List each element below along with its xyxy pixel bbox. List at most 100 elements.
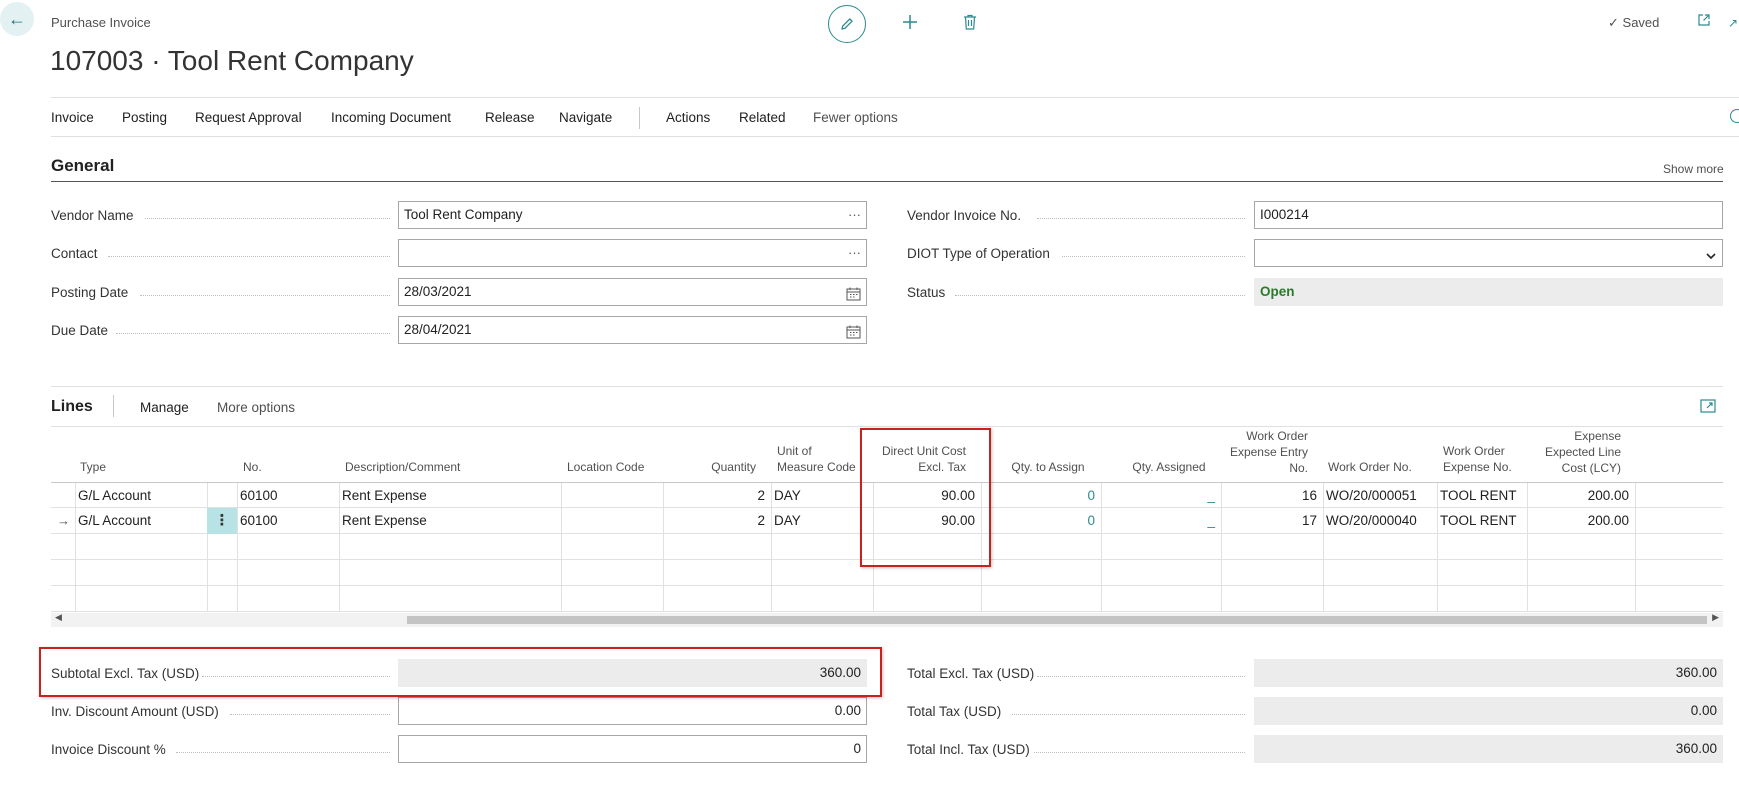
show-more-link[interactable]: Show more	[1663, 162, 1724, 176]
saved-label: Saved	[1622, 15, 1660, 30]
field-leader	[140, 295, 390, 296]
info-icon[interactable]	[1730, 109, 1739, 123]
cell-no[interactable]: 60100	[240, 508, 278, 533]
diot-type-select[interactable]	[1254, 239, 1723, 267]
col-location-code[interactable]: Location Code	[567, 459, 644, 475]
col-work-order-no[interactable]: Work Order No.	[1328, 459, 1412, 475]
action-request-approval[interactable]: Request Approval	[195, 110, 302, 125]
vendor-invoice-no-field[interactable]: I000214	[1254, 201, 1723, 229]
col-wo-exp-line1: Work Order	[1443, 444, 1505, 458]
total-incl-tax-value: 360.00	[1675, 741, 1717, 756]
field-leader	[1034, 752, 1245, 753]
due-date-field[interactable]: 28/04/2021	[398, 316, 867, 344]
action-invoice[interactable]: Invoice	[51, 110, 94, 125]
action-incoming-document[interactable]: Incoming Document	[331, 110, 451, 125]
cell-wo-no[interactable]: WO/20/000040	[1326, 508, 1417, 533]
posting-date-field[interactable]: 28/03/2021	[398, 278, 867, 306]
col-expected-line-cost[interactable]: Expense Expected Line Cost (LCY)	[1533, 428, 1621, 476]
calendar-icon[interactable]	[846, 317, 861, 343]
action-actions[interactable]: Actions	[666, 110, 710, 125]
cell-type[interactable]: G/L Account	[78, 483, 151, 508]
invoice-discount-pct-field[interactable]: 0	[398, 735, 867, 763]
calendar-icon[interactable]	[846, 279, 861, 305]
cell-type[interactable]: G/L Account	[78, 508, 151, 533]
due-date-label: Due Date	[51, 323, 109, 338]
lines-manage-button[interactable]: Manage	[140, 400, 189, 415]
cell-qty-to-assign[interactable]: 0	[983, 508, 1095, 533]
vendor-name-label: Vendor Name	[51, 208, 134, 223]
expand-icon[interactable]	[1700, 399, 1716, 416]
pencil-icon	[841, 18, 853, 30]
col-qty-assigned[interactable]: Qty. Assigned	[1126, 459, 1212, 475]
cell-uom[interactable]: DAY	[774, 483, 801, 508]
action-navigate[interactable]: Navigate	[559, 110, 612, 125]
col-uom-line2: Measure Code	[777, 460, 856, 474]
col-wo-expense-entry-no[interactable]: Work Order Expense Entry No.	[1222, 428, 1308, 476]
cell-uom[interactable]: DAY	[774, 508, 801, 533]
edit-button[interactable]	[828, 5, 866, 43]
ellipsis-icon[interactable]: ···	[848, 240, 861, 266]
cell-wo-exp[interactable]: TOOL RENT	[1440, 483, 1517, 508]
col-description[interactable]: Description/Comment	[345, 459, 460, 475]
table-row-empty[interactable]	[51, 586, 1723, 612]
lines-heading[interactable]: Lines	[51, 398, 93, 416]
chevron-down-icon[interactable]	[1705, 240, 1717, 266]
col-quantity[interactable]: Quantity	[690, 459, 756, 475]
scroll-left-icon[interactable]: ◀	[55, 612, 62, 623]
col-exp-cost-line3: Cost (LCY)	[1561, 461, 1621, 475]
back-button[interactable]: ←	[0, 2, 34, 36]
action-posting[interactable]: Posting	[122, 110, 167, 125]
total-tax-value: 0.00	[1690, 703, 1717, 718]
cell-qty-assigned[interactable]: _	[1103, 483, 1215, 508]
cell-quantity[interactable]: 2	[665, 508, 765, 533]
ellipsis-icon[interactable]: ···	[848, 202, 861, 228]
contact-field[interactable]: ···	[398, 239, 867, 267]
kebab-icon[interactable]: ⋮	[207, 508, 237, 534]
posting-date-label: Posting Date	[51, 285, 129, 300]
col-no[interactable]: No.	[243, 459, 262, 475]
field-leader	[1037, 676, 1245, 677]
general-heading[interactable]: General	[51, 156, 114, 176]
col-exp-cost-line1: Expense	[1574, 429, 1621, 443]
lines-more-options-button[interactable]: More options	[217, 400, 295, 415]
cell-exp-cost[interactable]: 200.00	[1529, 508, 1629, 533]
scroll-right-icon[interactable]: ▶	[1712, 612, 1719, 623]
cell-description[interactable]: Rent Expense	[342, 483, 427, 508]
cell-wo-entry[interactable]: 17	[1223, 508, 1317, 533]
trash-icon	[964, 14, 976, 30]
lines-bar-divider	[51, 426, 1723, 427]
cell-no[interactable]: 60100	[240, 483, 278, 508]
cell-wo-no[interactable]: WO/20/000051	[1326, 483, 1417, 508]
cell-qty-to-assign[interactable]: 0	[983, 483, 1095, 508]
cell-quantity[interactable]: 2	[665, 483, 765, 508]
row-arrow-icon: →	[57, 513, 70, 528]
col-uom[interactable]: Unit of Measure Code	[777, 443, 856, 475]
checkmark-icon: ✓	[1608, 15, 1619, 30]
col-qty-to-assign[interactable]: Qty. to Assign	[1005, 459, 1091, 475]
cell-wo-entry[interactable]: 16	[1223, 483, 1317, 508]
action-related[interactable]: Related	[739, 110, 786, 125]
cell-qty-assigned[interactable]: _	[1103, 508, 1215, 533]
total-incl-tax-field: 360.00	[1254, 735, 1723, 763]
cell-wo-exp[interactable]: TOOL RENT	[1440, 508, 1517, 533]
invoice-discount-pct-value: 0	[853, 741, 861, 756]
inv-discount-amount-value: 0.00	[834, 703, 861, 718]
inv-discount-amount-field[interactable]: 0.00	[398, 697, 867, 725]
field-leader	[1037, 218, 1245, 219]
popout-icon[interactable]	[1697, 13, 1711, 30]
action-release[interactable]: Release	[485, 110, 535, 125]
cell-exp-cost[interactable]: 200.00	[1529, 483, 1629, 508]
cell-description[interactable]: Rent Expense	[342, 508, 427, 533]
vendor-name-field[interactable]: Tool Rent Company ···	[398, 201, 867, 229]
scroll-thumb[interactable]	[407, 616, 1707, 624]
delete-button[interactable]	[960, 10, 980, 34]
plus-icon	[903, 15, 917, 29]
col-wo-expense-no[interactable]: Work Order Expense No.	[1443, 443, 1512, 475]
col-type[interactable]: Type	[80, 459, 106, 475]
lines-separator	[113, 395, 114, 417]
horizontal-scrollbar[interactable]: ◀ ▶	[51, 612, 1723, 627]
general-divider	[51, 181, 1723, 182]
new-button[interactable]	[899, 10, 921, 34]
action-fewer-options[interactable]: Fewer options	[813, 110, 898, 125]
collapse-icon[interactable]: ↗	[1728, 16, 1738, 30]
